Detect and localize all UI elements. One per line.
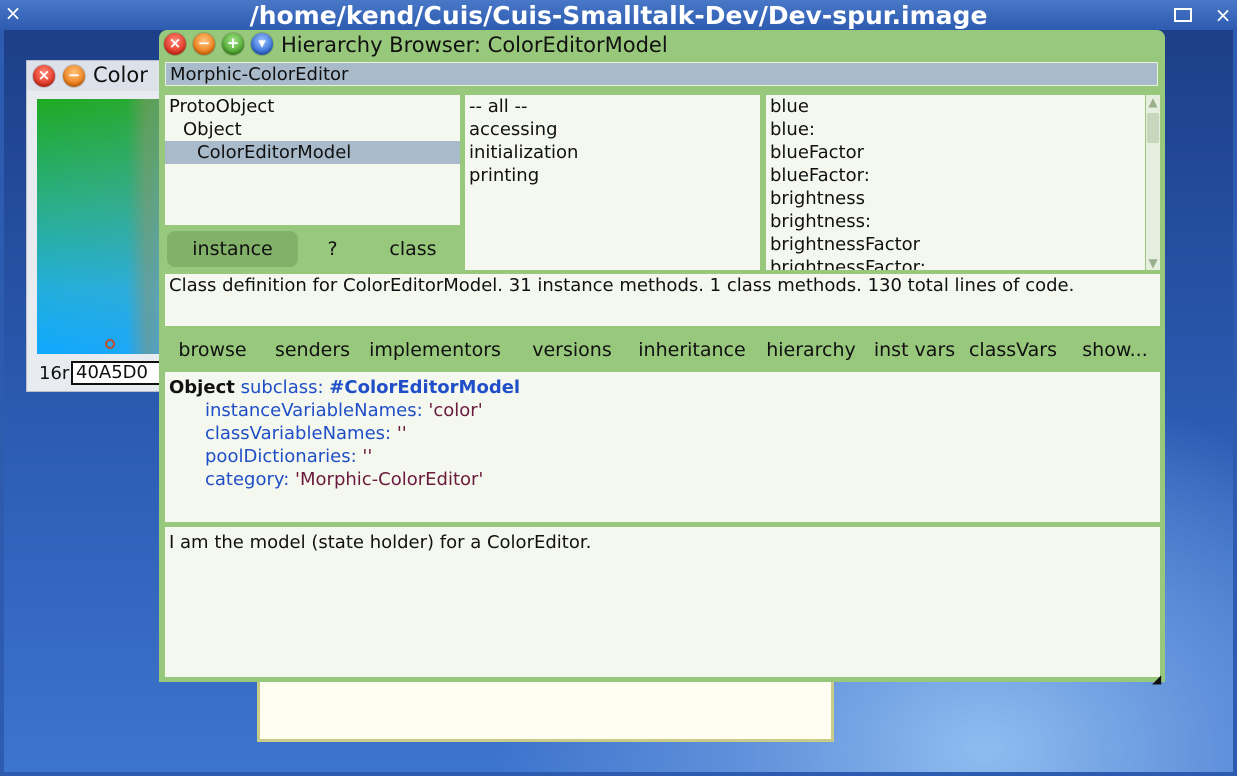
- hierarchy-button[interactable]: hierarchy: [761, 330, 861, 368]
- minimize-button[interactable]: −: [63, 65, 85, 87]
- color-editor-title-bar[interactable]: × − Color: [27, 61, 177, 91]
- maximize-icon[interactable]: [1174, 6, 1194, 24]
- list-item[interactable]: brightness:: [766, 210, 1145, 233]
- desktop: × − Color 16r 40A5D0 × − + ▾ Hierarchy B…: [4, 30, 1233, 772]
- os-frame-right: [1233, 30, 1237, 776]
- help-toggle-button[interactable]: ?: [300, 231, 365, 267]
- list-item[interactable]: blueFactor:: [766, 164, 1145, 187]
- list-item[interactable]: brightness: [766, 187, 1145, 210]
- inst-vars-keyword: instanceVariableNames:: [205, 400, 423, 421]
- class-vars-button[interactable]: classVars: [963, 330, 1063, 368]
- os-close-icon[interactable]: ×: [4, 3, 22, 23]
- inheritance-button[interactable]: inheritance: [632, 330, 752, 368]
- method-list-scrollbar[interactable]: ▲ ▼: [1146, 95, 1160, 270]
- list-item[interactable]: brightnessFactor:: [766, 256, 1145, 270]
- list-item[interactable]: -- all --: [465, 95, 760, 118]
- list-item[interactable]: blueFactor: [766, 141, 1145, 164]
- pool-dictionaries-keyword: poolDictionaries:: [205, 446, 357, 467]
- hierarchy-browser-window: × − + ▾ Hierarchy Browser: ColorEditorMo…: [159, 30, 1165, 686]
- browser-button-bar: browse senders implementors versions inh…: [165, 330, 1160, 368]
- pool-dictionaries-value: '': [362, 446, 373, 467]
- scroll-up-icon[interactable]: ▲: [1146, 95, 1160, 109]
- color-picker-marker[interactable]: [105, 339, 115, 349]
- color-gradient-picker[interactable]: [37, 99, 177, 354]
- close-button[interactable]: ×: [33, 65, 55, 87]
- versions-button[interactable]: versions: [522, 330, 622, 368]
- class-vars-keyword: classVariableNames:: [205, 423, 392, 444]
- os-window-title-bar[interactable]: /home/kend/Cuis/Cuis-Smalltalk-Dev/Dev-s…: [0, 0, 1237, 30]
- class-info-text: Class definition for ColorEditorModel. 3…: [165, 274, 1160, 326]
- os-frame-bottom: [0, 772, 1237, 776]
- expand-button[interactable]: +: [222, 33, 244, 55]
- instance-toggle-button[interactable]: instance: [167, 231, 298, 267]
- close-button[interactable]: ×: [164, 33, 186, 55]
- browse-button[interactable]: browse: [165, 330, 260, 368]
- class-toggle-button[interactable]: class: [368, 231, 458, 267]
- class-symbol: #ColorEditorModel: [329, 377, 521, 398]
- list-item[interactable]: initialization: [465, 141, 760, 164]
- superclass-name: Object: [169, 377, 235, 398]
- method-list[interactable]: blue blue: blueFactor blueFactor: bright…: [766, 95, 1145, 270]
- list-item[interactable]: Object: [165, 118, 460, 141]
- list-item[interactable]: printing: [465, 164, 760, 187]
- scrollbar-thumb[interactable]: [1147, 113, 1159, 143]
- background-window-pane[interactable]: [257, 678, 834, 742]
- class-comment-editor[interactable]: I am the model (state holder) for a Colo…: [165, 527, 1160, 677]
- minimize-button[interactable]: −: [193, 33, 215, 55]
- class-category-label[interactable]: Morphic-ColorEditor: [165, 62, 1158, 86]
- browser-title: Hierarchy Browser: ColorEditorModel: [281, 33, 668, 57]
- scroll-down-icon[interactable]: ▼: [1146, 256, 1160, 270]
- method-category-list[interactable]: -- all -- accessing initialization print…: [465, 95, 760, 270]
- close-icon[interactable]: ×: [1214, 5, 1232, 25]
- window-menu-button[interactable]: ▾: [251, 33, 273, 55]
- color-editor-window: × − Color 16r 40A5D0: [26, 60, 177, 392]
- os-window-title: /home/kend/Cuis/Cuis-Smalltalk-Dev/Dev-s…: [249, 1, 988, 30]
- list-item[interactable]: blue: [766, 95, 1145, 118]
- list-item[interactable]: blue:: [766, 118, 1145, 141]
- subclass-keyword: subclass:: [240, 377, 324, 398]
- inst-vars-value: 'color': [428, 400, 483, 421]
- implementors-button[interactable]: implementors: [365, 330, 505, 368]
- hex-radix-label: 16r: [39, 363, 70, 384]
- list-item[interactable]: brightnessFactor: [766, 233, 1145, 256]
- resize-grip-icon[interactable]: ◢: [1152, 672, 1166, 686]
- category-value: 'Morphic-ColorEditor': [295, 469, 484, 490]
- category-keyword: category:: [205, 469, 290, 490]
- list-item[interactable]: accessing: [465, 118, 760, 141]
- list-item[interactable]: ProtoObject: [165, 95, 460, 118]
- class-definition-editor[interactable]: Object subclass: #ColorEditorModel insta…: [165, 372, 1160, 522]
- show-button[interactable]: show...: [1075, 330, 1155, 368]
- list-item-selected[interactable]: ColorEditorModel: [165, 141, 460, 164]
- senders-button[interactable]: senders: [265, 330, 360, 368]
- class-hierarchy-list[interactable]: ProtoObject Object ColorEditorModel: [165, 95, 460, 225]
- inst-vars-button[interactable]: inst vars: [867, 330, 962, 368]
- class-vars-value: '': [396, 423, 407, 444]
- instance-class-toggle: instance ? class: [165, 229, 460, 270]
- color-editor-title: Color: [93, 63, 148, 87]
